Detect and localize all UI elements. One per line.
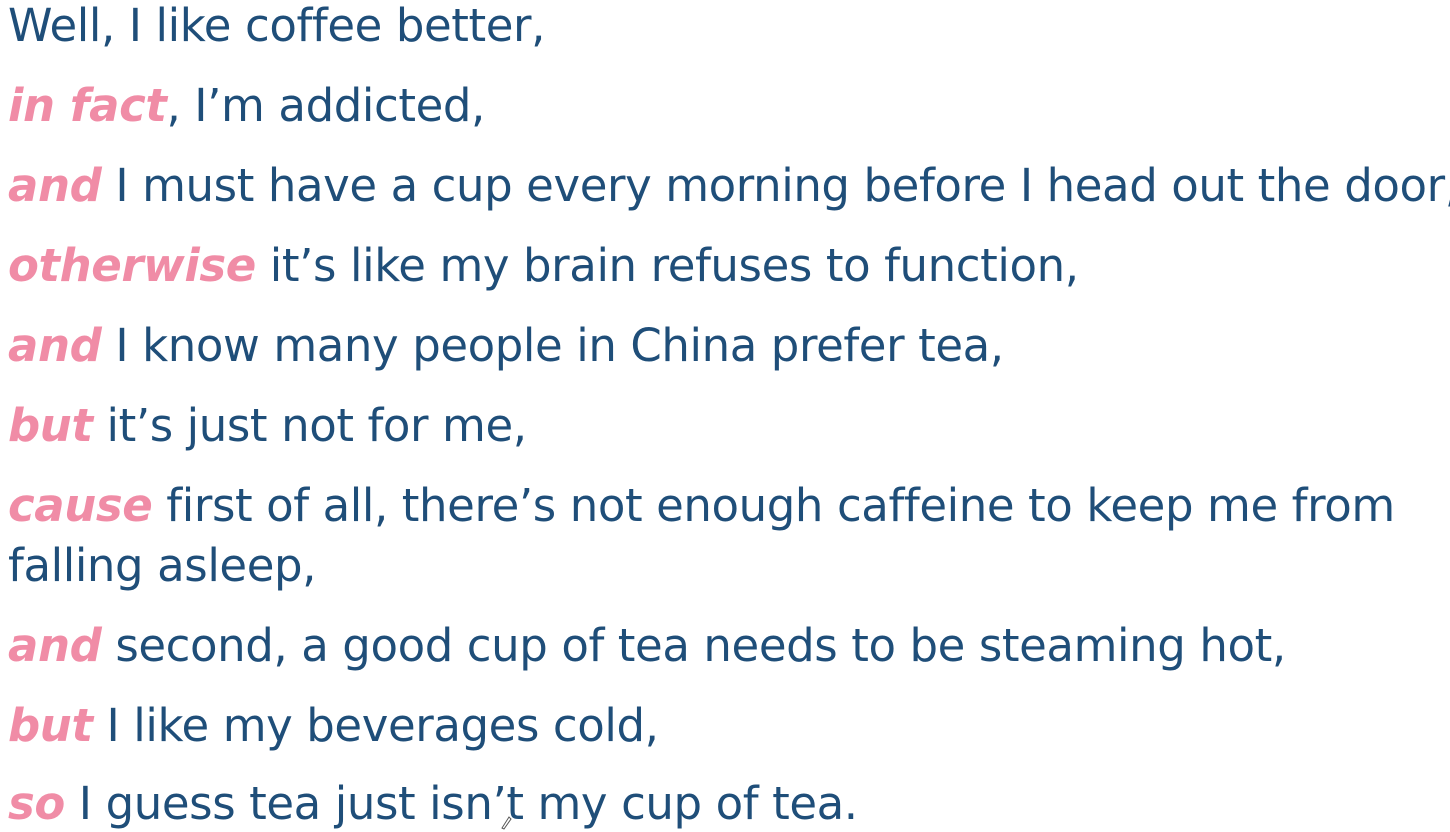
line-9: but I like my beverages cold, bbox=[8, 700, 659, 752]
line-text: I know many people in China prefer tea, bbox=[101, 319, 1004, 372]
connector-word: but bbox=[8, 699, 93, 752]
connector-word: so bbox=[8, 777, 65, 830]
connector-word: but bbox=[8, 399, 93, 452]
line-10: so I guess tea just isn’t my cup of tea. bbox=[8, 778, 858, 830]
line-text: I like my beverages cold, bbox=[92, 699, 659, 752]
line-text: first of all, there’s not enough caffein… bbox=[152, 479, 1395, 532]
connector-word: and bbox=[8, 619, 102, 672]
pen-cursor-icon bbox=[501, 816, 512, 830]
line-text: I guess tea just isn’t my cup of tea. bbox=[64, 777, 858, 830]
line-2: in fact, I’m addicted, bbox=[8, 80, 485, 132]
line-5: and I know many people in China prefer t… bbox=[8, 320, 1004, 372]
line-4: otherwise it’s like my brain refuses to … bbox=[8, 240, 1079, 292]
connector-word: otherwise bbox=[8, 239, 256, 292]
connector-word: and bbox=[8, 159, 102, 212]
line-7-continuation: falling asleep, bbox=[8, 540, 316, 592]
line-6: but it’s just not for me, bbox=[8, 400, 527, 452]
line-text: I must have a cup every morning before I… bbox=[101, 159, 1450, 212]
line-1: Well, I like coffee better, bbox=[8, 0, 545, 52]
text-slide: Well, I like coffee better, in fact, I’m… bbox=[8, 0, 1450, 832]
line-7: cause first of all, there’s not enough c… bbox=[8, 480, 1395, 532]
connector-word: in fact bbox=[8, 79, 167, 132]
line-8: and second, a good cup of tea needs to b… bbox=[8, 620, 1286, 672]
line-text: it’s like my brain refuses to function, bbox=[255, 239, 1079, 292]
line-text: falling asleep, bbox=[8, 539, 317, 592]
line-text: Well, I like coffee better, bbox=[8, 0, 546, 52]
connector-word: and bbox=[8, 319, 102, 372]
line-text: it’s just not for me, bbox=[92, 399, 527, 452]
line-text: , I’m addicted, bbox=[166, 79, 485, 132]
line-text: second, a good cup of tea needs to be st… bbox=[101, 619, 1286, 672]
connector-word: cause bbox=[8, 479, 153, 532]
line-3: and I must have a cup every morning befo… bbox=[8, 160, 1450, 212]
